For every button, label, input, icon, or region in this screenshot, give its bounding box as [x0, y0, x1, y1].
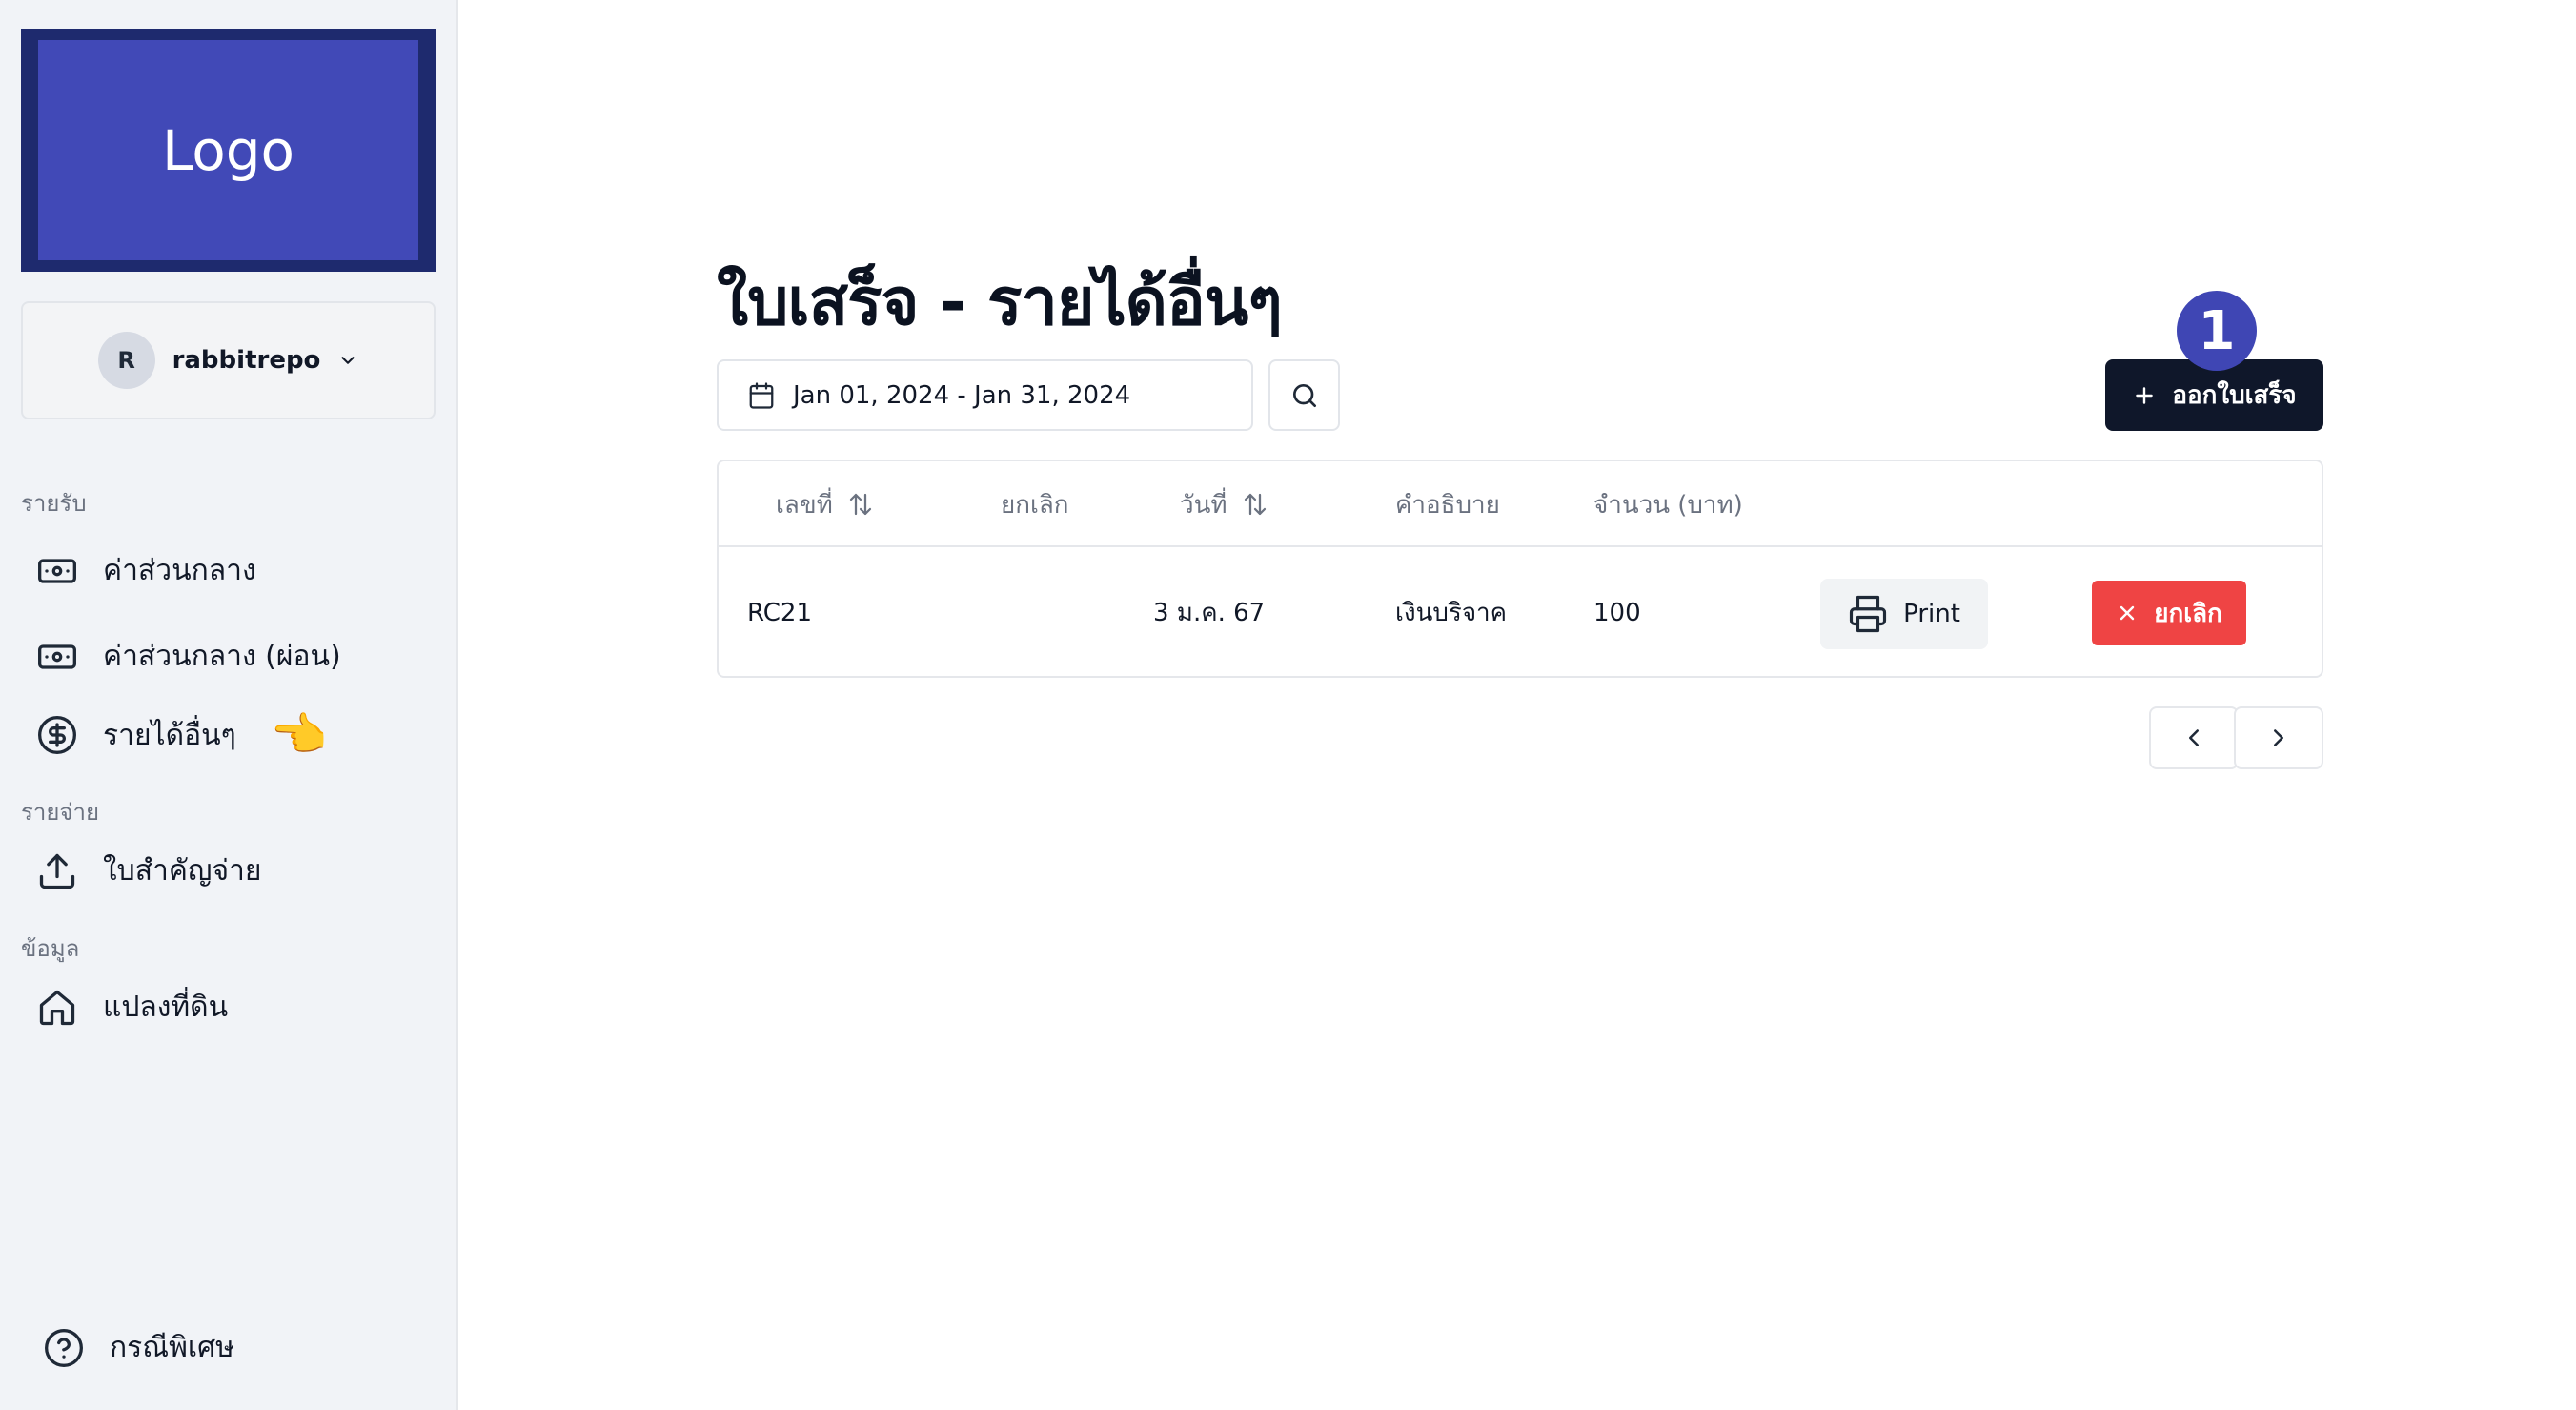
- sort-icon: [1244, 493, 1266, 516]
- sidebar-item-label: ใบสำคัญจ่าย: [103, 854, 262, 888]
- table-header: เลขที่ ยกเลิก วันที่ คำอธิบาย จำนวน (บาท…: [719, 461, 2322, 547]
- avatar: R: [97, 332, 155, 389]
- cell-date: 3 ม.ค. 67: [1153, 599, 1266, 627]
- column-header-number[interactable]: เลขที่: [776, 461, 875, 547]
- sidebar-item-label: รายได้อื่นๆ: [103, 718, 236, 752]
- cell-description: เงินบริจาค: [1395, 599, 1508, 627]
- logo-text: Logo: [38, 40, 418, 260]
- sidebar-item-label: แปลงที่ดิน: [103, 991, 229, 1024]
- date-range-picker[interactable]: Jan 01, 2024 - Jan 31, 2024: [717, 359, 1253, 431]
- cancel-label: ยกเลิก: [2154, 599, 2222, 628]
- previous-page-button[interactable]: [2149, 706, 2239, 769]
- print-label: Print: [1903, 600, 1960, 628]
- chevron-right-icon: [2274, 729, 2283, 746]
- printer-icon: [1850, 595, 1887, 633]
- column-header-label: เลขที่: [776, 490, 833, 520]
- print-button[interactable]: Print: [1820, 579, 1988, 649]
- pointing-hand-icon: 👈: [270, 708, 328, 762]
- section-label-data: ข้อมูล: [21, 935, 80, 962]
- column-header-label: คำอธิบาย: [1395, 490, 1500, 520]
- column-header-cancelled: ยกเลิก: [1001, 461, 1069, 547]
- dollar-circle-icon: [38, 716, 76, 754]
- banknote-icon: [38, 558, 76, 583]
- sidebar-item-land-plots[interactable]: แปลงที่ดิน: [36, 985, 228, 1030]
- banknote-icon: [38, 644, 76, 669]
- search-button[interactable]: [1268, 359, 1340, 431]
- plus-icon: [2136, 386, 2154, 404]
- chevron-left-icon: [2189, 729, 2199, 746]
- chevron-down-icon: [341, 357, 355, 364]
- logo[interactable]: Logo: [21, 29, 436, 272]
- step-badge: 1: [2177, 291, 2257, 371]
- issue-receipt-label: ออกใบเสร็จ: [2172, 381, 2297, 410]
- search-icon: [1292, 383, 1316, 407]
- workspace-switcher[interactable]: R rabbitrepo: [21, 301, 436, 419]
- date-range-value: Jan 01, 2024 - Jan 31, 2024: [793, 380, 1131, 410]
- column-header-date[interactable]: วันที่: [1180, 461, 1269, 547]
- column-header-description: คำอธิบาย: [1395, 461, 1500, 547]
- column-header-label: วันที่: [1180, 490, 1227, 520]
- section-label-expense: รายจ่าย: [21, 799, 100, 826]
- sidebar-item-special-case[interactable]: กรณีพิเศษ: [43, 1325, 234, 1370]
- sidebar: Logo R rabbitrepo รายรับ ค่าส่วนกลาง ค่า…: [0, 0, 458, 1410]
- home-icon: [39, 990, 75, 1025]
- sidebar-item-label: กรณีพิเศษ: [110, 1331, 234, 1364]
- workspace-name: rabbitrepo: [172, 346, 321, 375]
- column-header-amount: จำนวน (บาท): [1593, 461, 1743, 547]
- help-circle-icon: [45, 1328, 83, 1367]
- sort-icon: [849, 493, 871, 516]
- sidebar-item-label: ค่าส่วนกลาง (ผ่อน): [103, 640, 341, 673]
- section-label-income: รายรับ: [21, 490, 87, 517]
- sidebar-item-payment-voucher[interactable]: ใบสำคัญจ่าย: [36, 848, 261, 893]
- next-page-button[interactable]: [2234, 706, 2323, 769]
- app-root: Logo R rabbitrepo รายรับ ค่าส่วนกลาง ค่า…: [0, 0, 2576, 1410]
- cell-number: RC21: [747, 598, 813, 627]
- sidebar-item-label: ค่าส่วนกลาง: [103, 554, 256, 587]
- sidebar-item-common-fee[interactable]: ค่าส่วนกลาง: [36, 548, 256, 593]
- calendar-icon: [749, 381, 774, 409]
- upload-icon: [39, 853, 75, 889]
- column-header-label: ยกเลิก: [1001, 490, 1069, 520]
- close-icon: [2120, 605, 2135, 621]
- page-title: ใบเสร็จ - รายได้อื่นๆ: [717, 265, 1283, 340]
- cell-amount: 100: [1593, 598, 1641, 627]
- sidebar-item-other-income[interactable]: รายได้อื่นๆ 👈: [36, 712, 328, 758]
- sidebar-item-common-fee-installment[interactable]: ค่าส่วนกลาง (ผ่อน): [36, 634, 341, 679]
- receipts-table: เลขที่ ยกเลิก วันที่ คำอธิบาย จำนวน (บาท…: [717, 460, 2323, 678]
- cancel-receipt-button[interactable]: ยกเลิก: [2092, 581, 2246, 645]
- column-header-label: จำนวน (บาท): [1593, 490, 1743, 520]
